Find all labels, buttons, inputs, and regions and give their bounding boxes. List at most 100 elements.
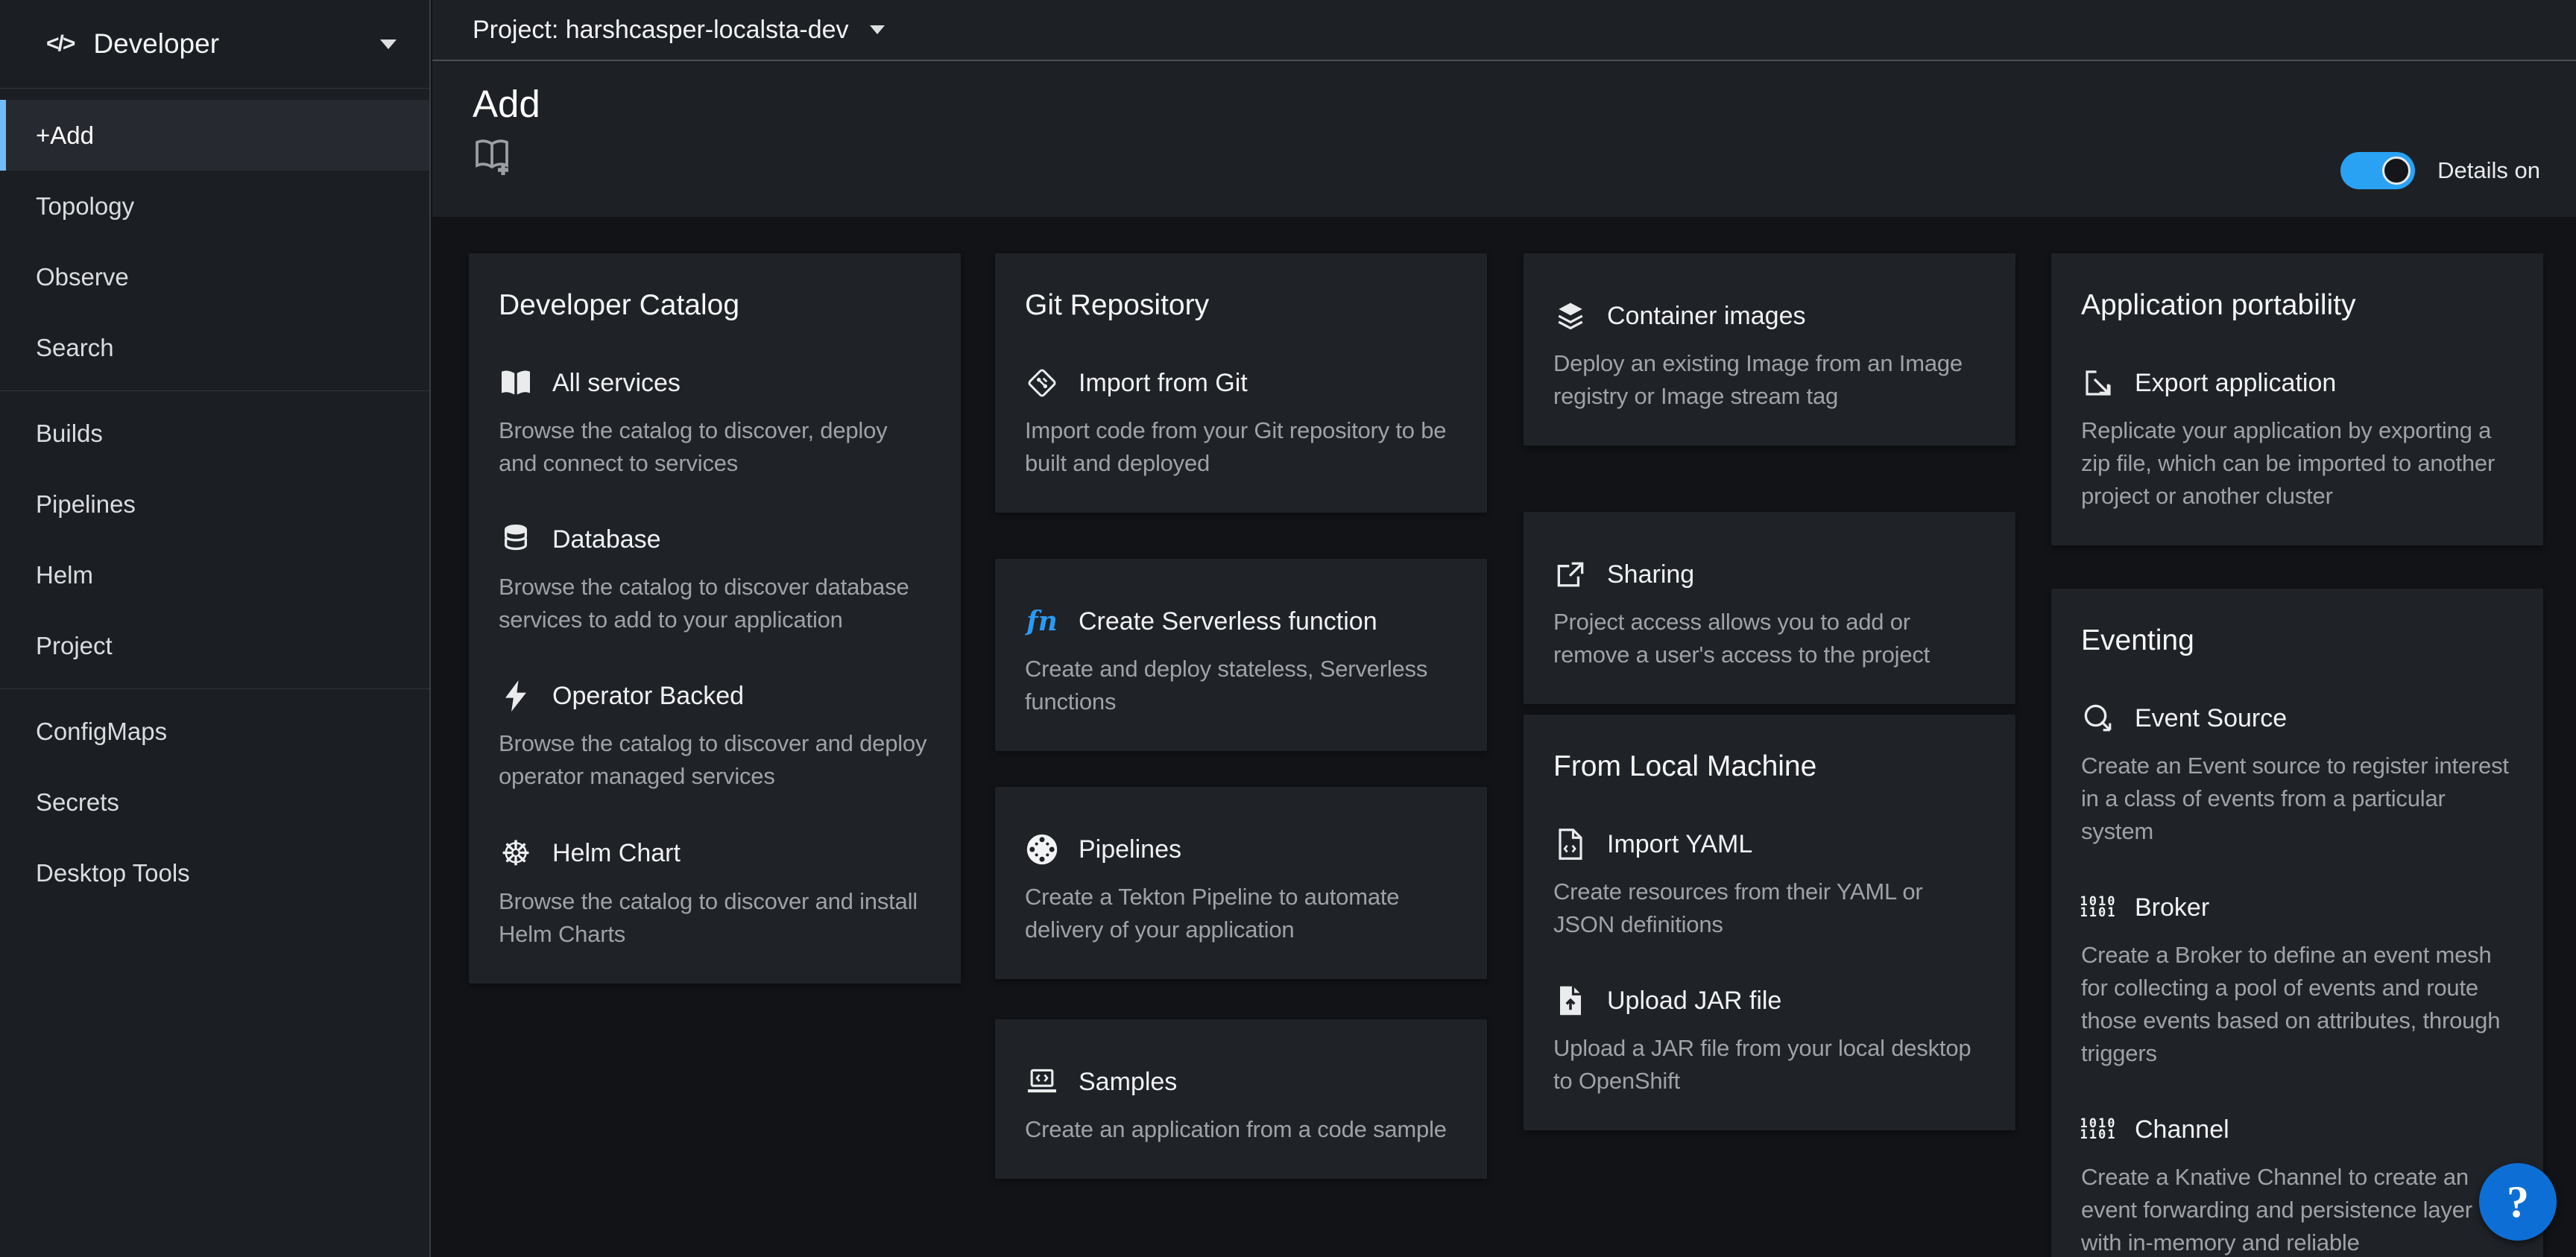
tile-title: Event Source — [2135, 702, 2287, 735]
share-icon — [1553, 560, 1588, 589]
file-code-icon — [1553, 829, 1588, 860]
tile-description: Import code from your Git repository to … — [1025, 414, 1457, 480]
tile-sharing: Sharing Project access allows you to add… — [1553, 558, 1986, 671]
tile-title: Import from Git — [1079, 367, 1248, 399]
sidebar: </> Developer +Add Topology Observe Sear… — [0, 0, 431, 1257]
main-area: Project: harshcasper-localsta-dev Add De… — [432, 0, 2576, 1257]
database-icon — [499, 525, 533, 554]
nav-group-main: +Add Topology Observe Search — [0, 93, 429, 390]
card-from-local-machine: From Local Machine Import YAML Create re — [1524, 715, 2015, 1130]
tile-import-yaml: Import YAML Create resources from their … — [1553, 828, 1986, 941]
tile-broker: 10101101 Broker Create a Broker to defin… — [2081, 891, 2513, 1070]
tile-create-serverless-function: fn Create Serverless function Create and… — [1025, 605, 1457, 718]
upload-jar-file-link[interactable]: Upload JAR file — [1553, 984, 1986, 1017]
tile-title: Channel — [2135, 1113, 2229, 1146]
laptop-code-icon — [1025, 1068, 1059, 1096]
tile-description: Browse the catalog to discover database … — [499, 571, 931, 636]
export-application-link[interactable]: Export application — [2081, 367, 2513, 399]
sidebar-item-pipelines[interactable]: Pipelines — [0, 469, 429, 539]
details-toggle-label: Details on — [2437, 157, 2540, 184]
helm-chart-link[interactable]: ☸ Helm Chart — [499, 836, 931, 870]
details-toggle[interactable] — [2340, 152, 2415, 189]
tile-all-services: All services Browse the catalog to disco… — [499, 367, 931, 480]
sidebar-item-search[interactable]: Search — [0, 312, 429, 383]
tile-description: Project access allows you to add or remo… — [1553, 606, 1986, 671]
chevron-down-icon — [380, 39, 397, 49]
perspective-label: Developer — [93, 28, 361, 60]
samples-link[interactable]: Samples — [1025, 1066, 1457, 1098]
sidebar-item-desktop-tools[interactable]: Desktop Tools — [0, 838, 429, 908]
sidebar-item-observe[interactable]: Observe — [0, 241, 429, 312]
import-yaml-link[interactable]: Import YAML — [1553, 828, 1986, 861]
tile-description: Upload a JAR file from your local deskto… — [1553, 1032, 1986, 1098]
sharing-link[interactable]: Sharing — [1553, 558, 1986, 591]
tile-description: Create a Broker to define an event mesh … — [2081, 939, 2513, 1070]
tile-description: Create and deploy stateless, Serverless … — [1025, 653, 1457, 718]
page-header: Add Details on — [432, 61, 2576, 217]
tile-upload-jar-file: Upload JAR file Upload a JAR file from y… — [1553, 984, 1986, 1098]
tile-title: Export application — [2135, 367, 2336, 399]
event-source-link[interactable]: Event Source — [2081, 702, 2513, 735]
tile-container-images: Container images Deploy an existing Imag… — [1553, 300, 1986, 413]
pipelines-link[interactable]: Pipelines — [1025, 833, 1457, 866]
project-selector[interactable]: Project: harshcasper-localsta-dev — [432, 0, 2576, 61]
broker-link[interactable]: 10101101 Broker — [2081, 891, 2513, 924]
card-serverless-function: fn Create Serverless function Create and… — [995, 559, 1487, 751]
tile-channel: 10101101 Channel Create a Knative Channe… — [2081, 1113, 2513, 1257]
tile-description: Create an application from a code sample — [1025, 1113, 1457, 1146]
card-title: Application portability — [2081, 286, 2513, 325]
channel-link[interactable]: 10101101 Channel — [2081, 1113, 2513, 1146]
container-images-link[interactable]: Container images — [1553, 300, 1986, 332]
perspective-switcher[interactable]: </> Developer — [0, 0, 429, 89]
helm-icon: ☸ — [499, 836, 533, 870]
sidebar-item-secrets[interactable]: Secrets — [0, 767, 429, 838]
chevron-down-icon — [870, 25, 885, 34]
sidebar-item-helm[interactable]: Helm — [0, 539, 429, 610]
git-icon — [1025, 368, 1059, 398]
sidebar-item-add[interactable]: +Add — [0, 100, 429, 171]
card-developer-catalog: Developer Catalog All services Browse th… — [469, 253, 961, 984]
tile-event-source: Event Source Create an Event source to r… — [2081, 702, 2513, 848]
operator-backed-link[interactable]: Operator Backed — [499, 680, 931, 712]
toggle-knob — [2382, 156, 2411, 185]
tile-operator-backed: Operator Backed Browse the catalog to di… — [499, 680, 931, 793]
tile-description: Create an Event source to register inter… — [2081, 750, 2513, 848]
tile-description: Browse the catalog to discover and insta… — [499, 885, 931, 951]
nav-group-config: ConfigMaps Secrets Desktop Tools — [0, 688, 429, 916]
card-samples: Samples Create an application from a cod… — [995, 1019, 1487, 1179]
tile-description: Create a Knative Channel to create an ev… — [2081, 1161, 2513, 1257]
sidebar-item-builds[interactable]: Builds — [0, 398, 429, 469]
card-title: Git Repository — [1025, 286, 1457, 325]
code-icon: </> — [46, 31, 74, 57]
tile-title: Broker — [2135, 891, 2209, 924]
tile-description: Replicate your application by exporting … — [2081, 414, 2513, 513]
tile-description: Create resources from their YAML or JSON… — [1553, 876, 1986, 941]
openshift-developer-console: </> Developer +Add Topology Observe Sear… — [0, 0, 2576, 1257]
tile-title: Database — [552, 523, 661, 556]
sidebar-nav: +Add Topology Observe Search Builds Pipe… — [0, 89, 429, 916]
import-from-git-link[interactable]: Import from Git — [1025, 367, 1457, 399]
tile-database: Database Browse the catalog to discover … — [499, 523, 931, 636]
card-container-images: Container images Deploy an existing Imag… — [1524, 253, 2015, 446]
sidebar-item-project[interactable]: Project — [0, 610, 429, 681]
export-icon — [2081, 368, 2115, 398]
sidebar-item-configmaps[interactable]: ConfigMaps — [0, 696, 429, 767]
question-mark-icon: ? — [2507, 1177, 2529, 1228]
bolt-icon — [499, 680, 533, 712]
open-book-icon — [499, 369, 533, 397]
sidebar-item-topology[interactable]: Topology — [0, 171, 429, 241]
binary-icon: 10101101 — [2081, 896, 2115, 919]
book-plus-icon[interactable] — [473, 137, 514, 176]
page-title: Add — [473, 61, 2576, 125]
tile-title: Upload JAR file — [1607, 984, 1781, 1017]
database-link[interactable]: Database — [499, 523, 931, 556]
tile-title: All services — [552, 367, 681, 399]
create-serverless-function-link[interactable]: fn Create Serverless function — [1025, 605, 1457, 638]
tile-helm-chart: ☸ Helm Chart Browse the catalog to disco… — [499, 836, 931, 951]
project-selector-label: Project: harshcasper-localsta-dev — [473, 16, 849, 45]
nav-group-resources: Builds Pipelines Helm Project — [0, 390, 429, 688]
add-page-content: Developer Catalog All services Browse th… — [432, 217, 2576, 1257]
help-button[interactable]: ? — [2479, 1163, 2557, 1241]
tile-title: Import YAML — [1607, 828, 1752, 861]
all-services-link[interactable]: All services — [499, 367, 931, 399]
